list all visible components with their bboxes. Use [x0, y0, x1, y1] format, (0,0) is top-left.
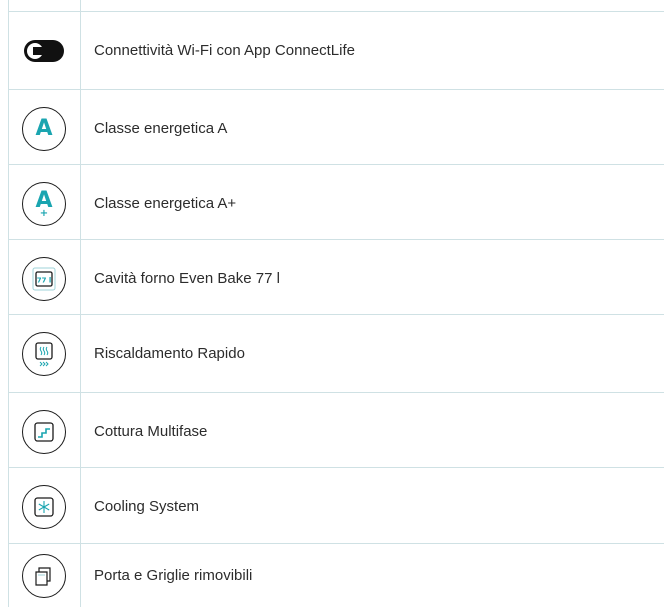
table-row: Connettività Wi-Fi con App ConnectLife	[8, 11, 664, 89]
cooling-system-icon	[22, 484, 66, 529]
multistep-cooking-icon	[22, 409, 66, 454]
table-row: A Classe energetica A	[8, 89, 664, 167]
energy-plus: +	[39, 207, 49, 219]
table-row: Cooling System	[8, 467, 664, 545]
feature-label: Cottura Multifase	[94, 423, 208, 440]
removable-door-icon	[22, 553, 66, 598]
connectlife-icon	[8, 12, 80, 89]
feature-label: Classe energetica A+	[94, 195, 237, 212]
feature-label: Connettività Wi-Fi con App ConnectLife	[94, 42, 355, 59]
energy-class-a-plus-icon: A +	[22, 181, 66, 226]
rapid-heating-icon	[22, 331, 66, 376]
feature-label: Riscaldamento Rapido	[94, 345, 245, 362]
feature-label: Porta e Griglie rimovibili	[94, 567, 253, 584]
feature-label: Cooling System	[94, 498, 200, 515]
feature-label: Classe energetica A	[94, 120, 228, 137]
energy-letter: A	[35, 115, 53, 141]
energy-class-a-icon: A	[22, 106, 66, 151]
feature-label: Cavità forno Even Bake 77 l	[94, 270, 280, 287]
table-row: A + Classe energetica A+	[8, 164, 664, 242]
table-row: 77 l Cavità forno Even Bake 77 l	[8, 239, 664, 317]
table-row: Cottura Multifase	[8, 392, 664, 470]
oven-cavity-badge: 77 l	[37, 276, 52, 284]
table-row: Riscaldamento Rapido	[8, 314, 664, 392]
table-row: Porta e Griglie rimovibili	[8, 543, 664, 607]
oven-cavity-icon: 77 l	[22, 256, 66, 301]
features-table: Connettività Wi-Fi con App ConnectLife A…	[0, 0, 664, 607]
